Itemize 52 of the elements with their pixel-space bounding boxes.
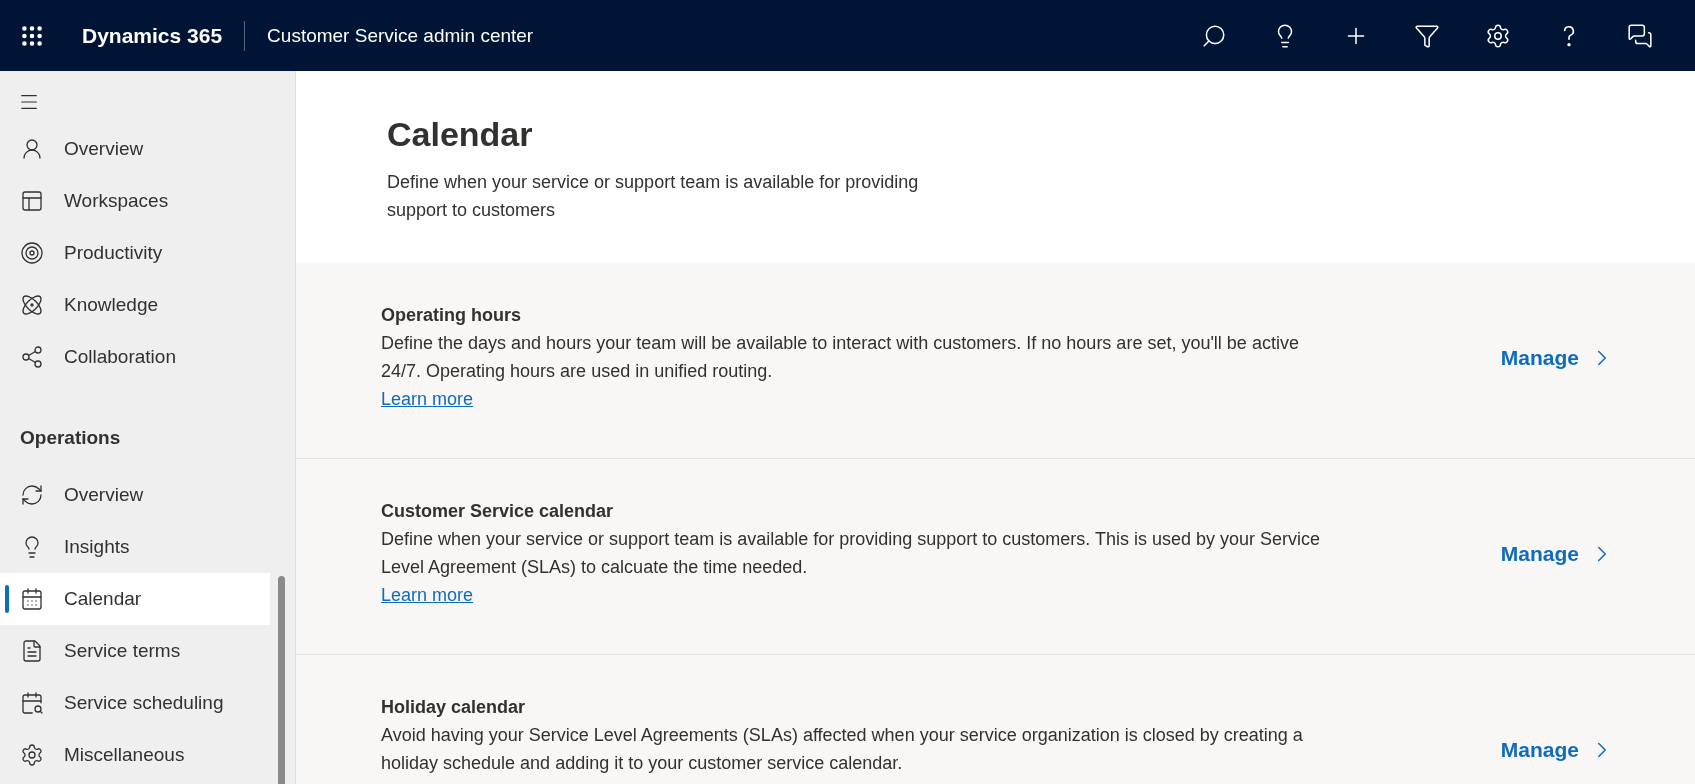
atom-icon (20, 293, 44, 317)
scrollbar[interactable] (278, 576, 285, 784)
person-icon (20, 137, 44, 161)
target-icon (20, 241, 44, 265)
windows-icon (20, 189, 44, 213)
settings-icon (1484, 22, 1511, 49)
calendar-icon (20, 587, 44, 611)
item-label: Overview (64, 484, 144, 506)
sidebar-item[interactable]: Workspaces (0, 175, 270, 227)
sidebar-item[interactable]: Overview (0, 469, 270, 521)
sidebar-item[interactable]: Insights (0, 521, 270, 573)
manage-button[interactable]: Manage (1500, 345, 1615, 371)
chat-icon (1626, 22, 1653, 49)
sidebar-item[interactable]: Productivity (0, 227, 270, 279)
learn-more-link[interactable]: Learn more (381, 585, 474, 605)
refresh-icon (20, 483, 44, 507)
sidebar-item[interactable]: Knowledge (0, 279, 270, 331)
item-label: Miscellaneous (64, 744, 185, 766)
group-title: Operations (19, 426, 122, 450)
item-label: Calendar (64, 588, 142, 610)
sidebar-item[interactable]: Collaboration (0, 331, 270, 383)
manage-button[interactable]: Manage (1500, 737, 1615, 763)
item-label: Productivity (64, 242, 163, 264)
calendar-search-icon (20, 691, 44, 715)
page-title: Calendar (387, 115, 534, 154)
filter-icon (1413, 22, 1440, 49)
sidebar-item[interactable]: Service scheduling (0, 677, 270, 729)
item-label: Collaboration (64, 346, 176, 368)
nodes-icon (20, 345, 44, 369)
app-title: Customer Service admin center (267, 24, 534, 47)
sidebar-item[interactable]: Overview (0, 123, 270, 175)
item-label: Service scheduling (64, 692, 224, 714)
brand-name: Dynamics 365 (82, 20, 246, 51)
card-title: Operating hours (381, 304, 522, 327)
learn-more-link[interactable]: Learn more (381, 389, 474, 409)
card-description: Define when your service or support team is available for providing support to customers. This is used by your Service Level Agreement (SLAs) to calcuate the time needed. (381, 528, 1322, 579)
item-label: Insights (64, 536, 130, 558)
item-label: Knowledge (64, 294, 159, 316)
document-icon (20, 639, 44, 663)
sidebar-item[interactable]: Service terms (0, 625, 270, 677)
item-label: Workspaces (64, 190, 169, 212)
card-description: Avoid having your Service Level Agreements (SLAs) affected when your service organization is closed by creating a holiday schedule and adding it to your customer service calendar. (381, 724, 1304, 775)
settings-icon (20, 743, 44, 767)
item-label: Overview (64, 138, 144, 160)
item-label: Service terms (64, 640, 181, 662)
page-description: Define when your service or support team is available for providing support to customers (387, 171, 920, 222)
card-title: Customer Service calendar (381, 500, 615, 523)
card-description: Define the days and hours your team will be available to interact with customers. If no hours are set, you'll be active 24/7. Operating hours are used in unified routing. (381, 332, 1300, 383)
card-title: Holiday calendar (381, 696, 527, 719)
manage-button[interactable]: Manage (1500, 541, 1615, 567)
sidebar-item[interactable]: Calendar (0, 573, 270, 625)
sidebar-item[interactable]: Miscellaneous (0, 729, 270, 781)
